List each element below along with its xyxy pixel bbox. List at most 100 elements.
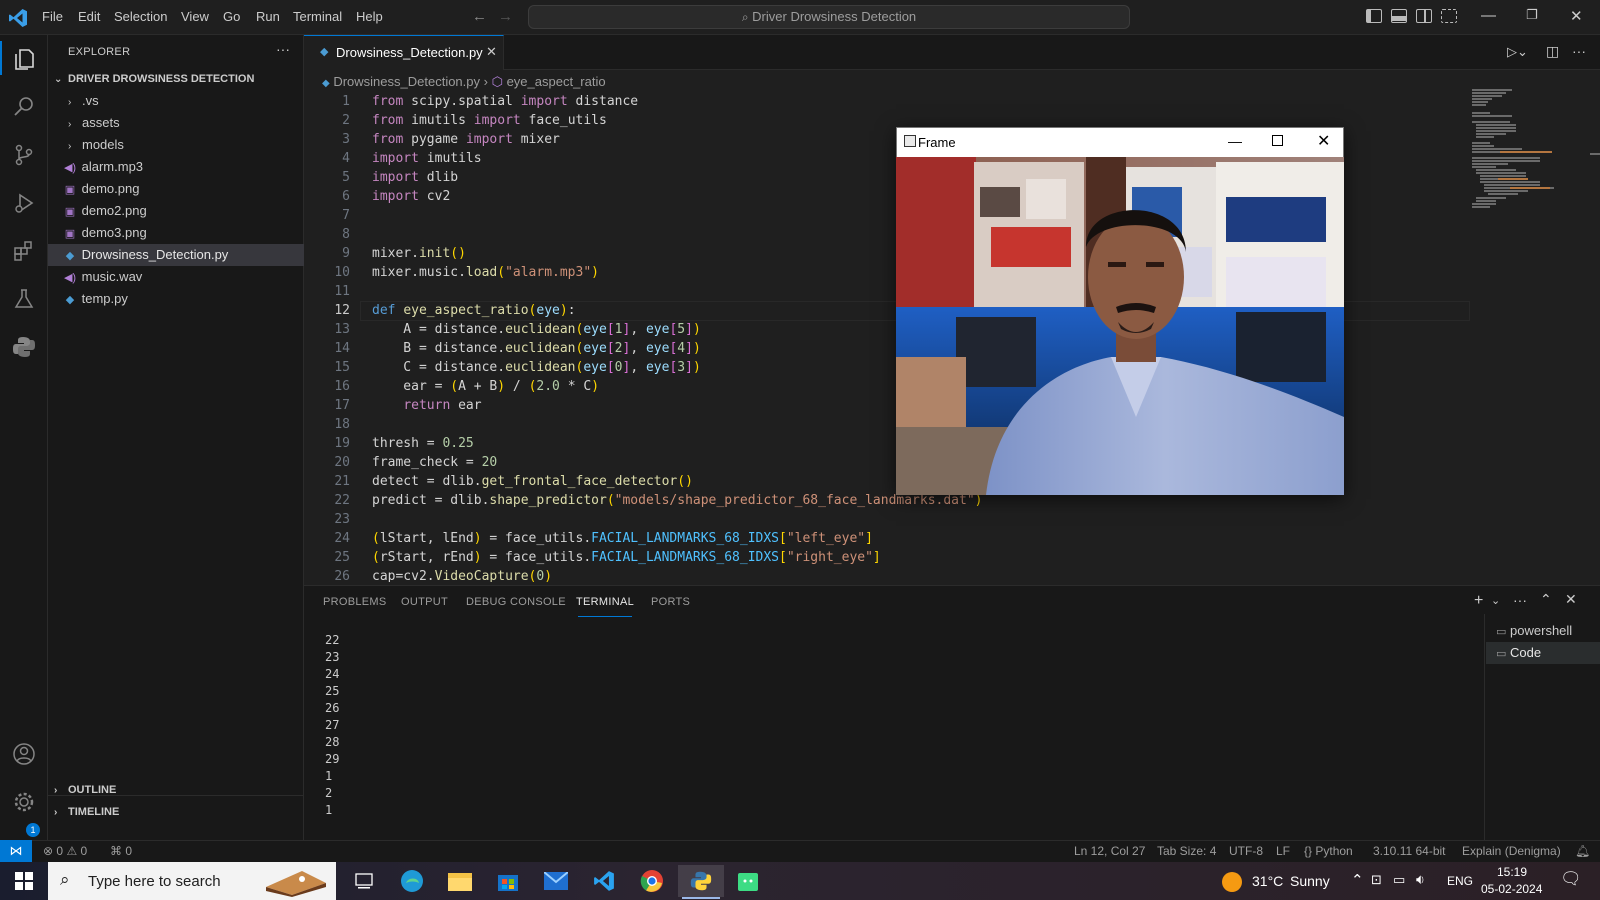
tree-item-demo2-png[interactable]: ▣ demo2.png xyxy=(48,200,304,222)
show-hidden-icons-chevron-icon[interactable]: ⌃ xyxy=(1351,871,1364,889)
tab-ports[interactable]: PORTS xyxy=(651,596,690,608)
menu-edit[interactable]: Edit xyxy=(78,9,100,24)
end-of-line[interactable]: LF xyxy=(1276,844,1290,858)
clock-time[interactable]: 15:19 xyxy=(1497,865,1527,879)
toggle-panel-icon[interactable] xyxy=(1391,9,1407,23)
frame-minimize-icon[interactable]: — xyxy=(1228,133,1242,149)
microsoft-store-icon[interactable] xyxy=(488,865,528,897)
close-tab-icon[interactable]: ✕ xyxy=(486,44,497,60)
breadcrumb-file[interactable]: Drowsiness_Detection.py xyxy=(333,74,480,89)
tree-item-models[interactable]: › models xyxy=(48,134,304,156)
notification-center-icon[interactable]: 🗨︎ xyxy=(1560,869,1582,889)
tree-item-assets[interactable]: › assets xyxy=(48,112,304,134)
tree-item-label: demo.png xyxy=(81,181,140,196)
more-actions-icon[interactable]: ··· xyxy=(276,41,290,57)
timeline-section[interactable]: › TIMELINE xyxy=(48,801,304,823)
volume-icon[interactable]: 🔉︎ xyxy=(1416,871,1425,888)
tab-problems[interactable]: PROBLEMS xyxy=(323,596,387,608)
tab-drowsiness-detection[interactable]: ◆ Drowsiness_Detection.py ✕ xyxy=(304,35,504,70)
maximize-panel-chevron-icon[interactable]: ⌃ xyxy=(1540,591,1552,608)
meet-now-icon[interactable]: ⊡ xyxy=(1371,872,1382,888)
clock-date[interactable]: 05-02-2024 xyxy=(1481,882,1542,896)
edge-browser-icon[interactable] xyxy=(392,865,432,897)
problems-status[interactable]: ⊗ 0 ⚠ 0 xyxy=(43,844,87,858)
toggle-secondary-sidebar-icon[interactable] xyxy=(1416,9,1432,23)
mail-icon[interactable] xyxy=(536,865,576,897)
customize-layout-icon[interactable] xyxy=(1441,9,1457,23)
minimap[interactable] xyxy=(1470,87,1570,217)
cursor-position[interactable]: Ln 12, Col 27 xyxy=(1074,844,1145,858)
tree-item-drowsiness-detection-py[interactable]: ◆ Drowsiness_Detection.py xyxy=(48,244,304,266)
network-icon[interactable]: ▭ xyxy=(1393,872,1405,888)
tab-output[interactable]: OUTPUT xyxy=(401,596,448,608)
outline-section[interactable]: › OUTLINE xyxy=(48,779,304,801)
accounts-icon[interactable] xyxy=(0,730,48,778)
tab-size[interactable]: Tab Size: 4 xyxy=(1157,844,1216,858)
remote-indicator-icon[interactable]: ⋈ xyxy=(0,840,32,862)
tree-item-music-wav[interactable]: ◀) music.wav xyxy=(48,266,304,288)
breadcrumb-symbol[interactable]: eye_aspect_ratio xyxy=(507,74,606,89)
weather-description[interactable]: Sunny xyxy=(1290,873,1330,889)
menu-terminal[interactable]: Terminal xyxy=(293,9,342,24)
python-app-icon[interactable] xyxy=(678,865,724,897)
tree-item-temp-py[interactable]: ◆ temp.py xyxy=(48,288,304,310)
menu-run[interactable]: Run xyxy=(256,9,280,24)
broadcast-icon: ⌘ xyxy=(110,844,122,858)
terminal-item-code[interactable]: ▭ Code xyxy=(1486,642,1600,664)
close-window-icon[interactable]: ✕ xyxy=(1570,7,1583,25)
file-explorer-icon[interactable] xyxy=(440,865,480,897)
panel-more-icon[interactable]: ··· xyxy=(1513,592,1527,608)
task-view-icon[interactable] xyxy=(344,865,384,897)
back-arrow-icon[interactable]: ← xyxy=(472,8,487,25)
explain-denigma[interactable]: Explain (Denigma) xyxy=(1462,844,1561,858)
testing-icon[interactable] xyxy=(0,275,48,323)
android-studio-icon[interactable] xyxy=(728,865,768,897)
ports-status[interactable]: ⌘ 0 xyxy=(110,844,132,858)
search-icon[interactable] xyxy=(0,83,48,131)
input-language[interactable]: ENG xyxy=(1447,874,1473,888)
tab-debug-console[interactable]: DEBUG CONSOLE xyxy=(466,596,566,608)
menu-selection[interactable]: Selection xyxy=(114,9,167,24)
menu-view[interactable]: View xyxy=(181,9,209,24)
menu-go[interactable]: Go xyxy=(223,9,240,24)
tree-item-demo3-png[interactable]: ▣ demo3.png xyxy=(48,222,304,244)
tree-item-demo-png[interactable]: ▣ demo.png xyxy=(48,178,304,200)
tree-item-vs[interactable]: › .vs xyxy=(48,90,304,112)
tab-terminal[interactable]: TERMINAL xyxy=(576,596,634,608)
menu-file[interactable]: File xyxy=(42,9,63,24)
terminal-item-powershell[interactable]: ▭ powershell xyxy=(1486,620,1600,642)
notifications-bell-icon[interactable]: 🔔︎ xyxy=(1575,844,1590,858)
run-python-file-icon[interactable]: ▷⌄ xyxy=(1507,44,1528,60)
frame-maximize-icon[interactable] xyxy=(1272,135,1283,146)
encoding[interactable]: UTF-8 xyxy=(1229,844,1263,858)
python-interpreter[interactable]: 3.10.11 64-bit xyxy=(1373,844,1446,858)
restore-icon[interactable]: ❐ xyxy=(1526,7,1538,23)
menu-help[interactable]: Help xyxy=(356,9,383,24)
language-mode[interactable]: {} Python xyxy=(1304,844,1353,858)
windows-start-icon[interactable] xyxy=(15,872,33,890)
minimize-icon[interactable]: — xyxy=(1481,7,1496,24)
command-center[interactable]: ⌕ Driver Drowsiness Detection xyxy=(528,5,1130,29)
workspace-folder[interactable]: ⌄ DRIVER DROWSINESS DETECTION xyxy=(48,68,304,90)
terminal-item-label: powershell xyxy=(1510,623,1573,638)
explorer-icon[interactable] xyxy=(0,35,48,83)
weather-temperature[interactable]: 31°C xyxy=(1252,873,1283,889)
chrome-icon[interactable] xyxy=(632,865,672,897)
manage-gear-icon[interactable] xyxy=(0,778,48,826)
taskbar-search-box[interactable]: ⌕ Type here to search xyxy=(48,862,336,900)
frame-close-icon[interactable]: ✕ xyxy=(1317,131,1330,151)
tree-item-alarm-mp3[interactable]: ◀) alarm.mp3 xyxy=(48,156,304,178)
new-terminal-plus-icon[interactable]: + xyxy=(1474,592,1483,610)
split-editor-icon[interactable]: ◫ xyxy=(1546,43,1559,60)
weather-sun-icon[interactable] xyxy=(1222,872,1242,892)
editor-more-icon[interactable]: ··· xyxy=(1572,43,1586,59)
forward-arrow-icon[interactable]: → xyxy=(498,8,513,25)
vscode-taskbar-icon[interactable] xyxy=(584,865,624,897)
source-control-icon[interactable] xyxy=(0,131,48,179)
close-panel-icon[interactable]: ✕ xyxy=(1565,591,1577,608)
run-debug-icon[interactable] xyxy=(0,179,48,227)
extensions-icon[interactable] xyxy=(0,227,48,275)
toggle-primary-sidebar-icon[interactable] xyxy=(1366,9,1382,23)
python-icon[interactable] xyxy=(0,323,48,371)
terminal-dropdown-chevron-icon[interactable]: ⌄ xyxy=(1491,594,1500,607)
